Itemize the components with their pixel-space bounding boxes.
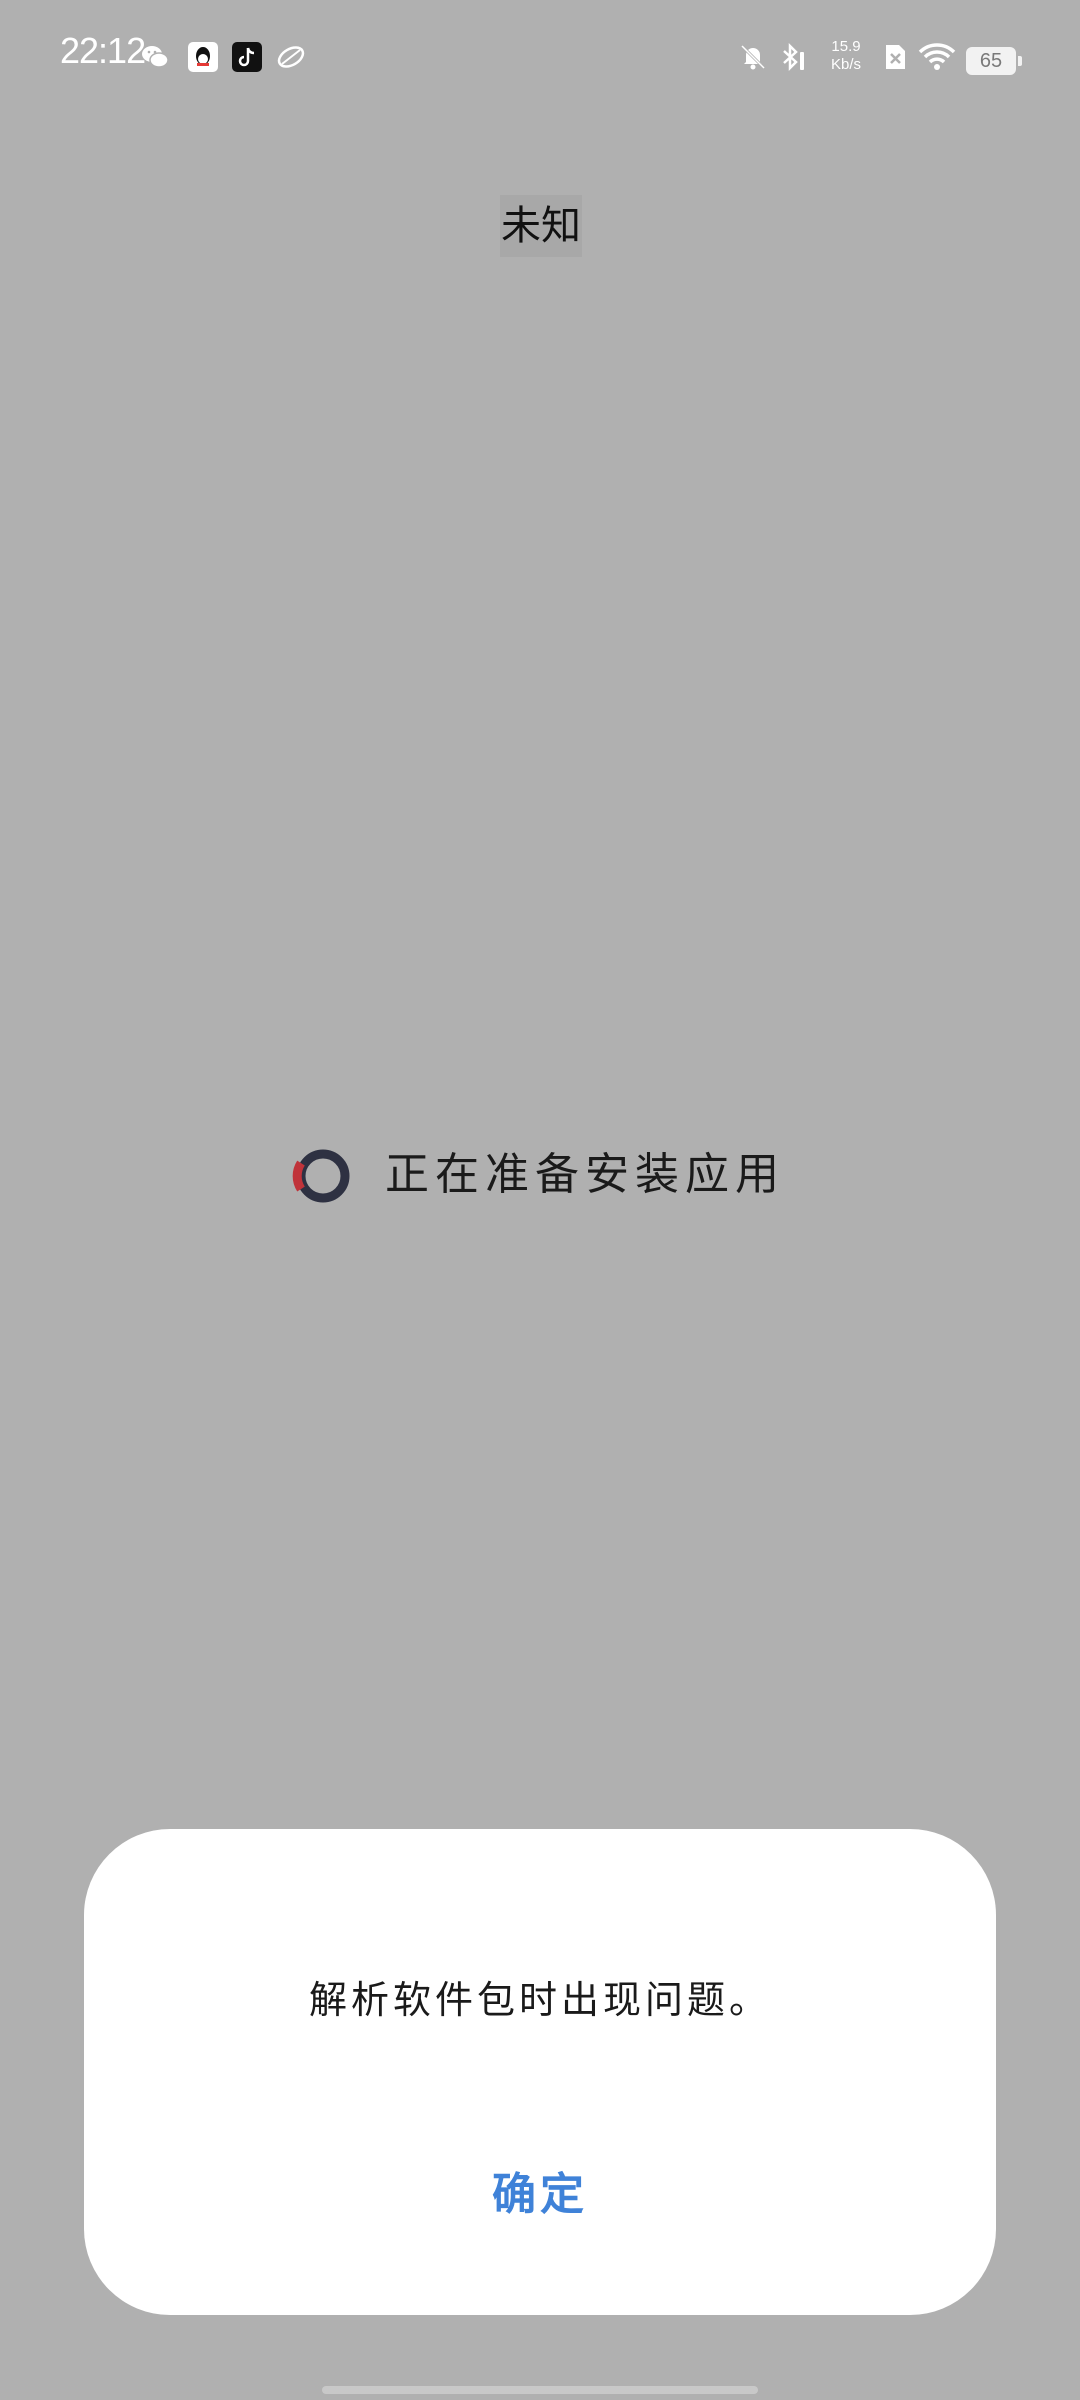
wifi-icon	[918, 43, 956, 70]
network-speed-unit: Kb/s	[830, 56, 861, 73]
dialog-message: 解析软件包时出现问题。	[308, 1978, 771, 2022]
app-name-title: 未知	[500, 195, 582, 257]
leaf-icon	[277, 46, 305, 68]
wechat-icon	[142, 46, 169, 68]
confirm-button[interactable]: 确定	[440, 2155, 640, 2235]
home-indicator[interactable]	[322, 2386, 758, 2394]
tiktok-icon	[232, 42, 262, 72]
status-time: 22:12	[60, 30, 146, 71]
network-speed: 15.9 Kb/s	[826, 38, 866, 74]
bluetooth-icon	[783, 42, 804, 72]
network-speed-value: 15.9	[831, 38, 861, 55]
preparing-status: 正在准备安装应用	[290, 1140, 810, 1210]
preparing-text: 正在准备安装应用	[385, 1149, 785, 1200]
bell-muted-icon	[740, 44, 766, 70]
sim-disabled-icon	[886, 45, 905, 69]
qq-icon	[188, 42, 218, 72]
parse-error-dialog: 解析软件包时出现问题。 确定	[84, 1829, 996, 2315]
status-bar: 22:12 15.9 Kb/s 65	[0, 0, 1080, 120]
battery-indicator: 65	[966, 47, 1022, 75]
loading-spinner-icon	[292, 1149, 350, 1203]
